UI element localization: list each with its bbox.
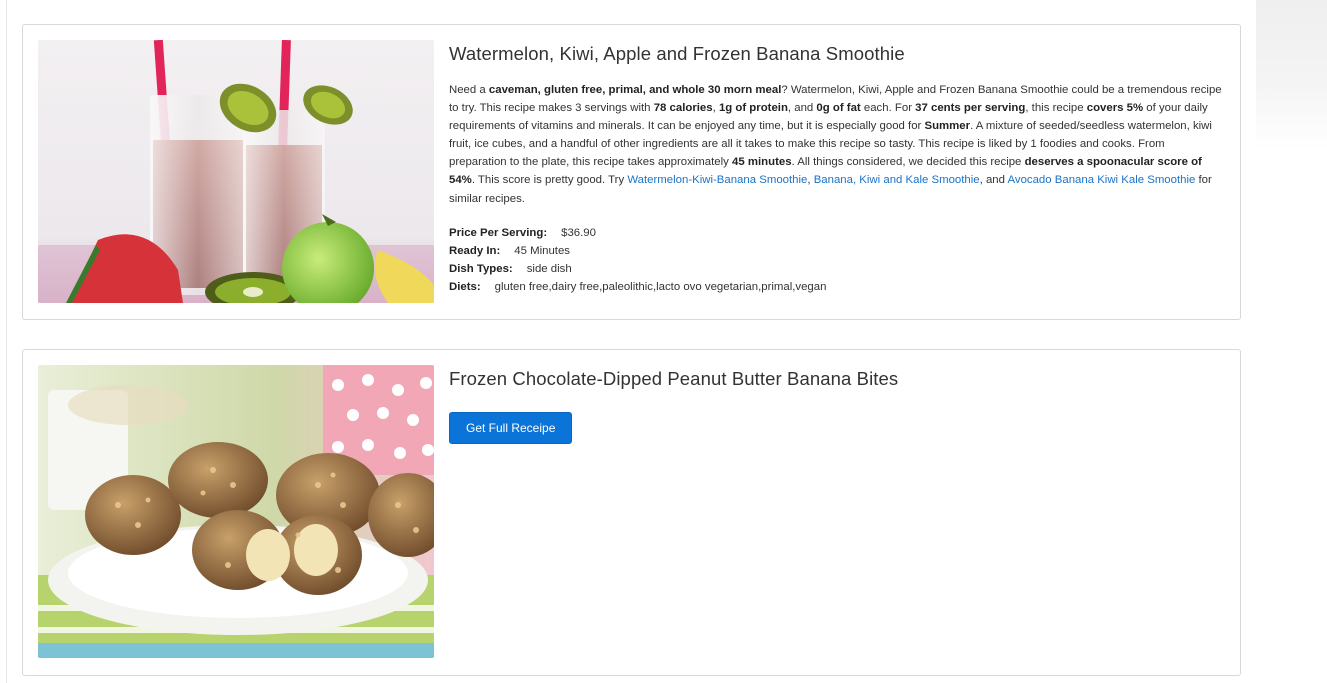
meta-label: Diets: (449, 280, 481, 293)
meta-ready-in: Ready In: 45 Minutes (449, 242, 1225, 260)
similar-recipe-link[interactable]: Avocado Banana Kiwi Kale Smoothie (1007, 174, 1195, 186)
recipe-body: Watermelon, Kiwi, Apple and Frozen Banan… (449, 40, 1225, 296)
similar-recipe-link[interactable]: Watermelon-Kiwi-Banana Smoothie (627, 174, 807, 186)
recipe-card: Frozen Chocolate-Dipped Peanut Butter Ba… (22, 349, 1241, 676)
recipe-card: Watermelon, Kiwi, Apple and Frozen Banan… (22, 24, 1241, 320)
meta-price: Price Per Serving: $36.90 (449, 224, 1225, 242)
meta-label: Dish Types: (449, 262, 513, 275)
smoothie-photo (38, 40, 434, 303)
recipe-list: Watermelon, Kiwi, Apple and Frozen Banan… (6, 0, 1256, 683)
recipe-title: Watermelon, Kiwi, Apple and Frozen Banan… (449, 43, 905, 64)
meta-value: gluten free,dairy free,paleolithic,lacto… (494, 280, 827, 293)
meta-diets: Diets: gluten free,dairy free,paleolithic… (449, 278, 1225, 296)
recipe-image-smoothie (38, 40, 434, 303)
similar-recipe-link[interactable]: Banana, Kiwi and Kale Smoothie (814, 174, 980, 186)
recipe-body: Frozen Chocolate-Dipped Peanut Butter Ba… (449, 365, 1225, 444)
meta-value: $36.90 (561, 226, 596, 239)
meta-value: side dish (526, 262, 572, 275)
meta-label: Price Per Serving: (449, 226, 548, 239)
meta-label: Ready In: (449, 244, 501, 257)
banana-bites-photo (38, 365, 434, 658)
recipe-title: Frozen Chocolate-Dipped Peanut Butter Ba… (449, 368, 899, 389)
window-gutter (1255, 0, 1327, 683)
meta-dish-types: Dish Types: side dish (449, 260, 1225, 278)
get-full-recipe-button[interactable]: Get Full Receipe (449, 412, 573, 444)
recipe-meta: Price Per Serving: $36.90 Ready In: 45 Min… (449, 224, 1225, 296)
recipe-image-banana-bites (38, 365, 434, 658)
meta-value: 45 Minutes (514, 244, 570, 257)
recipe-summary: Need a caveman, gluten free, primal, and… (449, 84, 1222, 205)
